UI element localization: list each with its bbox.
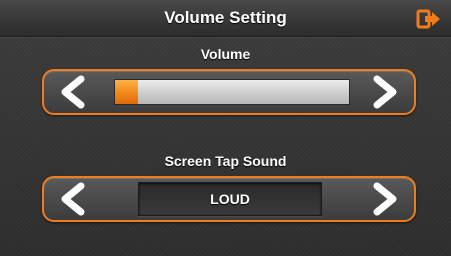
chevron-left-icon — [61, 75, 85, 109]
volume-slider[interactable] — [114, 79, 350, 105]
volume-setting-screen: Volume Setting Volume Screen Tap Sound L… — [0, 0, 451, 256]
volume-control — [42, 69, 416, 115]
tap-sound-label: Screen Tap Sound — [164, 153, 287, 169]
tap-sound-value-box: LOUD — [138, 182, 322, 216]
volume-decrease-button[interactable] — [50, 71, 98, 113]
tap-sound-control: LOUD — [42, 176, 416, 222]
title-bar: Volume Setting — [0, 0, 451, 37]
tap-sound-next-button[interactable] — [360, 178, 408, 220]
page-title: Volume Setting — [164, 8, 287, 27]
chevron-left-icon — [61, 182, 85, 216]
tap-sound-previous-button[interactable] — [50, 178, 98, 220]
volume-label: Volume — [200, 46, 251, 62]
chevron-right-icon — [373, 182, 397, 216]
chevron-right-icon — [373, 75, 397, 109]
volume-slider-fill — [115, 80, 139, 104]
exit-button[interactable] — [416, 8, 442, 30]
exit-icon — [416, 9, 440, 29]
volume-increase-button[interactable] — [360, 71, 408, 113]
tap-sound-value: LOUD — [210, 191, 250, 207]
